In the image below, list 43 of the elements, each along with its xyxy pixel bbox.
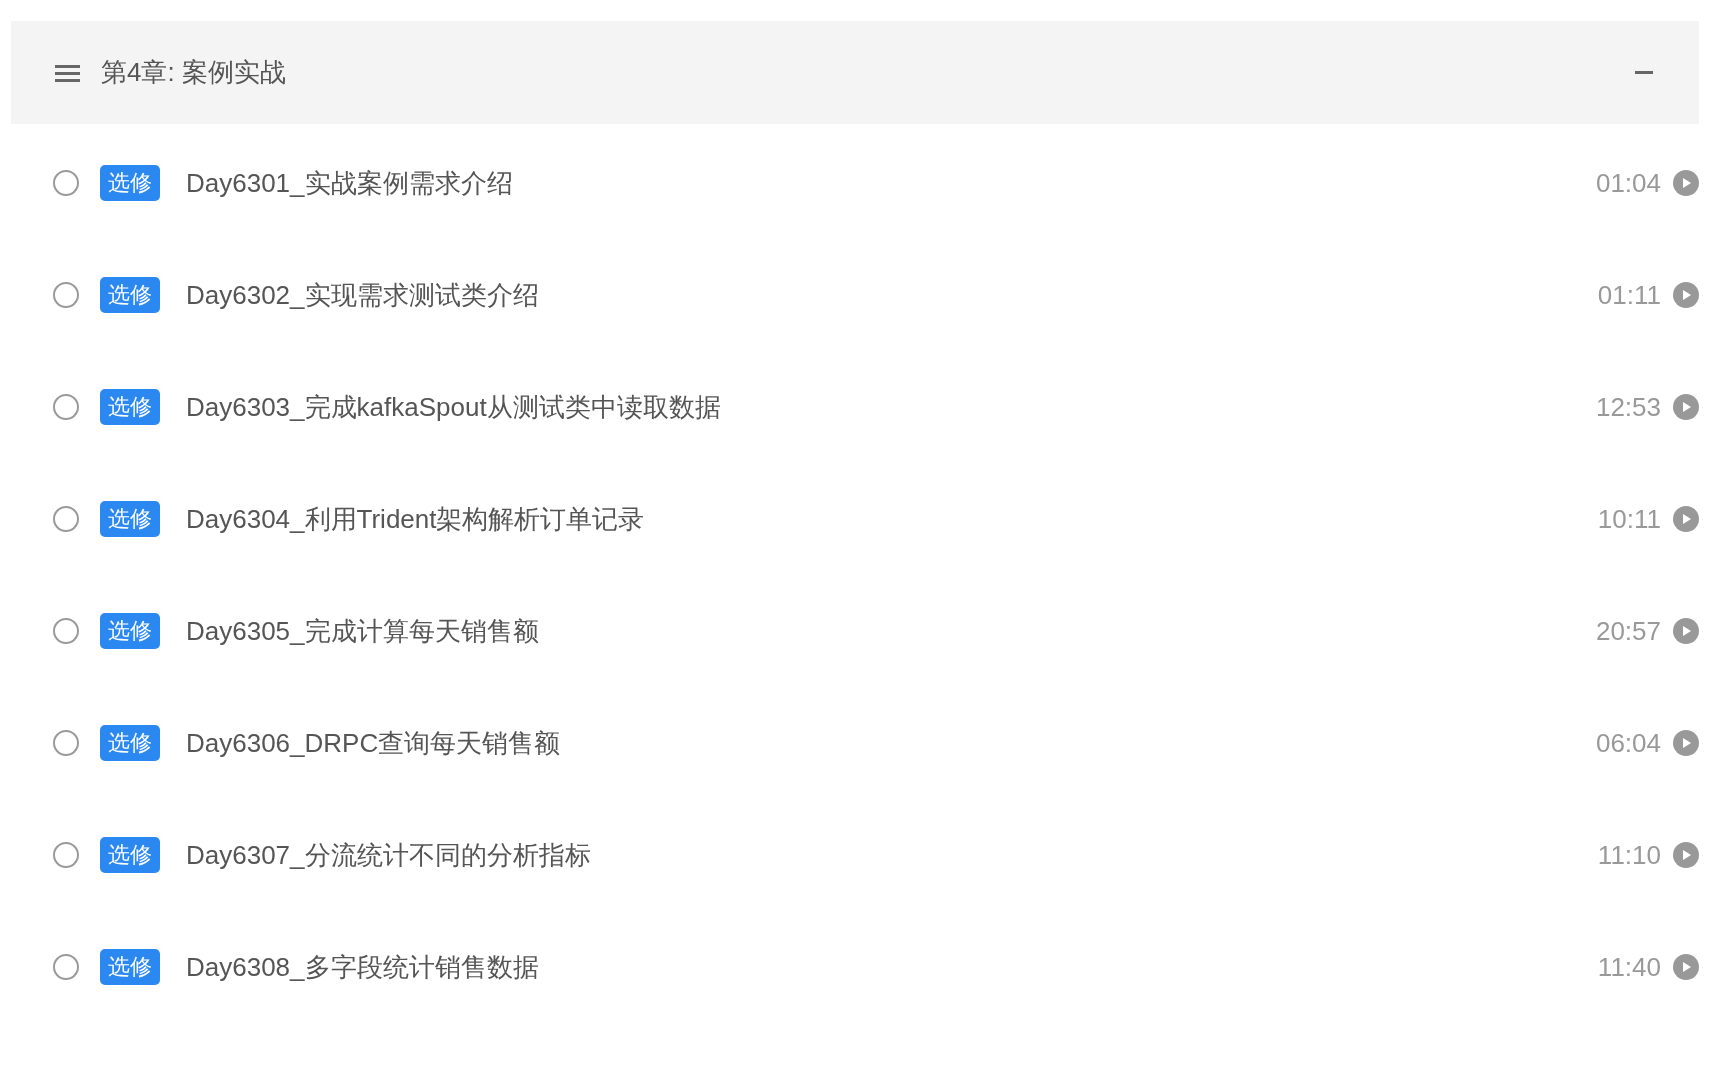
lesson-duration: 11:10 — [1597, 839, 1661, 871]
lesson-title[interactable]: Day6305_完成计算每天销售额 — [186, 613, 1596, 649]
play-icon[interactable] — [1673, 170, 1699, 196]
lesson-duration: 06:04 — [1595, 727, 1661, 759]
play-icon[interactable] — [1673, 954, 1699, 980]
lesson-duration: 11:40 — [1597, 951, 1661, 983]
lesson-duration: 10:11 — [1597, 503, 1661, 535]
play-icon[interactable] — [1673, 506, 1699, 532]
lesson-title[interactable]: Day6306_DRPC查询每天销售额 — [186, 725, 1596, 761]
elective-tag: 选修 — [100, 389, 160, 425]
lesson-title[interactable]: Day6301_实战案例需求介绍 — [186, 165, 1596, 201]
lesson-title[interactable]: Day6308_多字段统计销售数据 — [186, 949, 1598, 985]
lesson-duration: 12:53 — [1595, 391, 1661, 423]
elective-tag: 选修 — [100, 725, 160, 761]
lesson-duration: 01:04 — [1595, 167, 1661, 199]
lesson-title[interactable]: Day6304_利用Trident架构解析订单记录 — [186, 501, 1598, 537]
play-icon[interactable] — [1673, 282, 1699, 308]
radio-checkbox[interactable] — [53, 282, 79, 308]
radio-checkbox[interactable] — [53, 170, 79, 196]
radio-checkbox[interactable] — [53, 842, 79, 868]
lesson-title[interactable]: Day6303_完成kafkaSpout从测试类中读取数据 — [186, 389, 1596, 425]
elective-tag: 选修 — [100, 277, 160, 313]
chapter-title: 第4章: 案例实战 — [101, 56, 287, 89]
radio-checkbox[interactable] — [53, 506, 79, 532]
elective-tag: 选修 — [100, 165, 160, 201]
play-icon[interactable] — [1673, 618, 1699, 644]
radio-checkbox[interactable] — [53, 730, 79, 756]
radio-checkbox[interactable] — [53, 618, 79, 644]
elective-tag: 选修 — [100, 837, 160, 873]
lesson-duration: 01:11 — [1597, 279, 1661, 311]
lesson-title[interactable]: Day6307_分流统计不同的分析指标 — [186, 837, 1598, 873]
radio-checkbox[interactable] — [53, 394, 79, 420]
elective-tag: 选修 — [100, 949, 160, 985]
chapter-header[interactable]: 第4章: 案例实战 — [11, 21, 1699, 124]
elective-tag: 选修 — [100, 613, 160, 649]
menu-icon — [55, 63, 80, 82]
lesson-duration: 20:57 — [1595, 615, 1661, 647]
radio-checkbox[interactable] — [53, 954, 79, 980]
play-icon[interactable] — [1673, 730, 1699, 756]
play-icon[interactable] — [1673, 842, 1699, 868]
play-icon[interactable] — [1673, 394, 1699, 420]
lesson-title[interactable]: Day6302_实现需求测试类介绍 — [186, 277, 1598, 313]
elective-tag: 选修 — [100, 501, 160, 537]
